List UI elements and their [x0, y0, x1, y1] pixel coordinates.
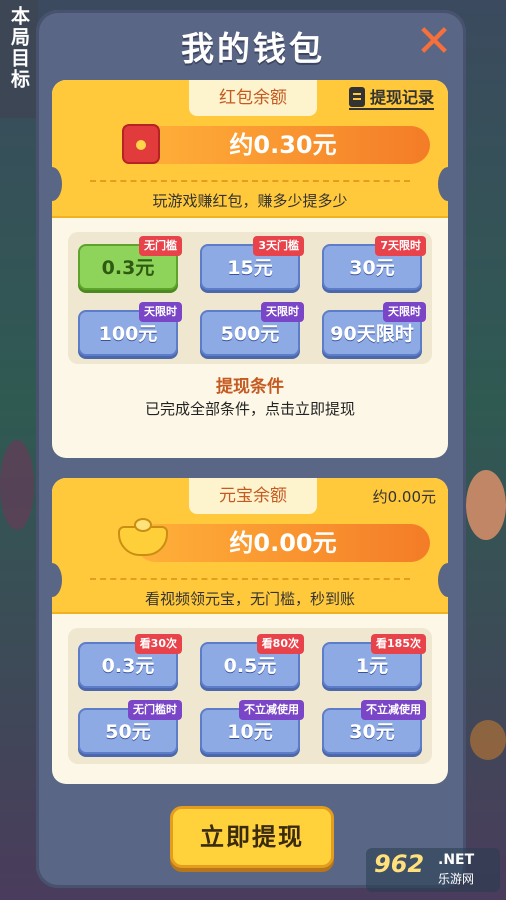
- option-badge: 不立减使用: [239, 700, 304, 720]
- withdraw-option[interactable]: 100元 天限时: [78, 302, 182, 356]
- withdraw-now-button[interactable]: 立即提现: [170, 806, 334, 868]
- option-badge: 3天门槛: [253, 236, 304, 256]
- option-badge: 看30次: [134, 634, 182, 654]
- withdraw-option[interactable]: 50元 无门槛时: [78, 700, 182, 754]
- option-badge: 无门槛时: [128, 700, 182, 720]
- watermark-number: 962: [374, 850, 425, 878]
- option-value: 50元: [105, 721, 151, 743]
- option-value: 0.3元: [101, 257, 155, 279]
- option-value: 1元: [355, 655, 389, 677]
- red-packet-tab: 红包余额: [189, 80, 317, 116]
- divider: [90, 180, 410, 182]
- ingot-card: 元宝余额 约0.00元 约0.00元 看视频领元宝，无门槛，秒到账 0.3元 看…: [52, 478, 448, 784]
- withdraw-option[interactable]: 30元 不立减使用: [322, 700, 426, 754]
- red-packet-subtitle: 玩游戏赚红包，赚多少提多少: [152, 192, 348, 210]
- option-badge: 天限时: [383, 302, 426, 322]
- option-value: 15元: [227, 257, 273, 279]
- option-value: 500元: [220, 323, 280, 345]
- watermark-site: 乐游网: [438, 872, 475, 886]
- withdraw-option[interactable]: 500元 天限时: [200, 302, 304, 356]
- option-value: 0.5元: [223, 655, 277, 677]
- option-badge: 看80次: [256, 634, 304, 654]
- red-envelope-icon: [122, 124, 160, 164]
- option-value: 30元: [349, 721, 395, 743]
- withdraw-option[interactable]: 1元 看185次: [322, 634, 426, 688]
- withdraw-option[interactable]: 0.5元 看80次: [200, 634, 304, 688]
- option-badge: 不立减使用: [361, 700, 426, 720]
- withdraw-record-label: 提现记录: [369, 88, 434, 107]
- withdraw-condition-title: 提现条件: [216, 377, 284, 397]
- withdraw-option[interactable]: 30元 7天限时: [322, 236, 426, 290]
- option-badge: 天限时: [139, 302, 182, 322]
- option-badge: 无门槛: [139, 236, 182, 256]
- ingot-amount: 约0.00元: [136, 524, 430, 562]
- watermark-net: .NET: [438, 852, 475, 868]
- ingot-balance: 约0.00元: [372, 488, 436, 506]
- option-badge: 7天限时: [375, 236, 426, 256]
- watermark-logo: 962 .NET 乐游网: [366, 848, 500, 892]
- option-value: 30元: [349, 257, 395, 279]
- option-badge: 天限时: [261, 302, 304, 322]
- red-packet-card: 红包余额 提现记录 约0.30元 玩游戏赚红包，赚多少提多少 0.3元 无门槛 …: [52, 80, 448, 458]
- withdraw-option[interactable]: 90天限时 天限时: [322, 302, 426, 356]
- ticket-notch: [438, 167, 458, 201]
- withdraw-option[interactable]: 10元 不立减使用: [200, 700, 304, 754]
- ingot-tab: 元宝余额: [189, 478, 317, 514]
- divider: [90, 578, 410, 580]
- clipboard-icon: [348, 87, 365, 107]
- ingot-options: 0.3元 看30次 0.5元 看80次 1元 看185次 50元 无门槛时 10…: [68, 628, 432, 764]
- option-value: 90天限时: [330, 323, 414, 345]
- red-packet-options: 0.3元 无门槛 15元 3天门槛 30元 7天限时 100元 天限时 500元…: [68, 232, 432, 364]
- withdraw-option[interactable]: 0.3元 无门槛: [78, 236, 182, 290]
- close-icon[interactable]: ✕: [414, 20, 454, 64]
- withdraw-record-link[interactable]: 提现记录: [348, 86, 434, 110]
- ticket-notch: [42, 563, 62, 597]
- red-packet-amount: 约0.30元: [136, 126, 430, 164]
- withdraw-condition-text: 已完成全部条件，点击立即提现: [144, 400, 355, 418]
- ticket-notch: [42, 167, 62, 201]
- option-value: 0.3元: [101, 655, 155, 677]
- bg-decoration: [470, 720, 506, 760]
- bg-decoration: [466, 470, 506, 540]
- withdraw-option[interactable]: 15元 3天门槛: [200, 236, 304, 290]
- ticket-notch: [438, 563, 458, 597]
- option-value: 10元: [227, 721, 273, 743]
- bg-decoration: [0, 440, 34, 530]
- withdraw-option[interactable]: 0.3元 看30次: [78, 634, 182, 688]
- ingot-subtitle: 看视频领元宝，无门槛，秒到账: [144, 590, 355, 608]
- option-value: 100元: [98, 323, 158, 345]
- option-badge: 看185次: [371, 634, 426, 654]
